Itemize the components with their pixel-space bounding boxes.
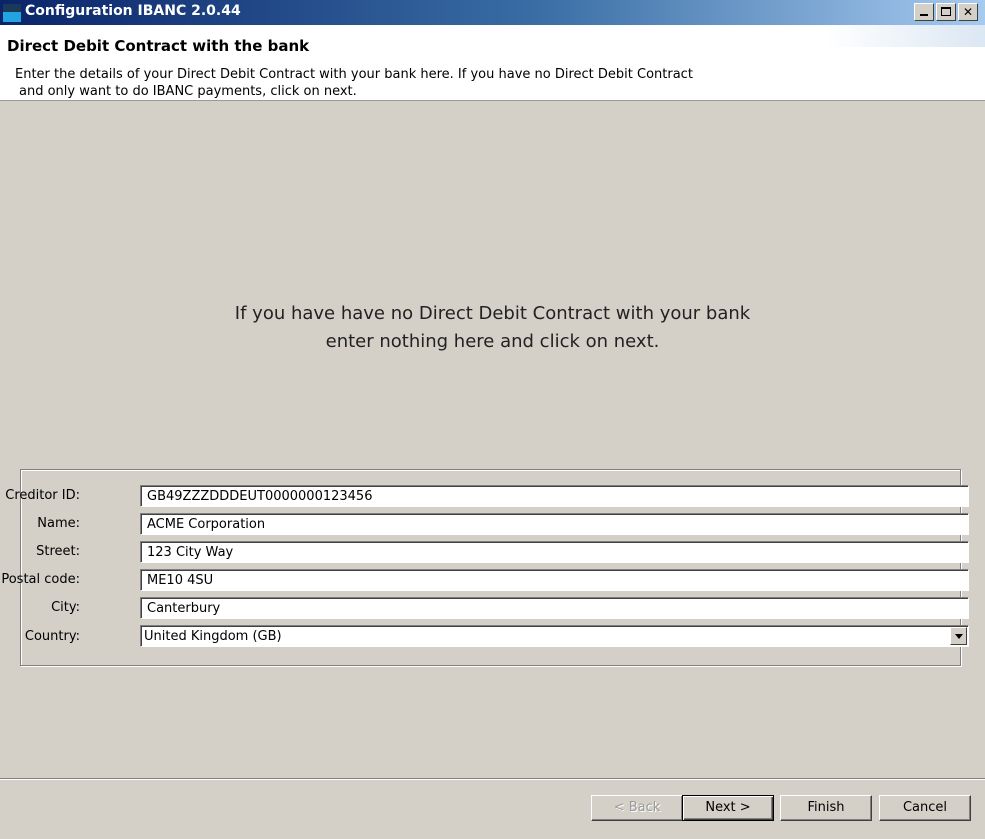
country-select-value: United Kingdom (GB)	[144, 629, 282, 644]
page-description-line1: Enter the details of your Direct Debit C…	[15, 67, 693, 82]
page-description-line2: and only want to do IBANC payments, clic…	[19, 84, 357, 99]
street-field[interactable]: 123 City Way	[140, 541, 969, 563]
footer-separator	[0, 778, 985, 780]
city-label: City:	[51, 600, 80, 615]
info-line1: If you have have no Direct Debit Contrac…	[234, 303, 751, 324]
close-icon: ✕	[962, 5, 974, 19]
street-label: Street:	[36, 544, 80, 559]
info-message: If you have have no Direct Debit Contrac…	[0, 300, 985, 356]
maximize-button[interactable]	[936, 3, 956, 21]
back-button[interactable]: < Back	[591, 795, 683, 821]
chevron-down-icon	[955, 634, 963, 639]
page-title: Direct Debit Contract with the bank	[7, 37, 310, 55]
postal-code-label: Postal code:	[1, 572, 80, 587]
postal-code-field[interactable]: ME10 4SU	[140, 569, 969, 591]
city-field[interactable]: Canterbury	[140, 597, 969, 619]
window-title: Configuration IBANC 2.0.44	[25, 3, 241, 19]
title-bar: Configuration IBANC 2.0.44 ✕	[0, 0, 985, 25]
minimize-icon	[920, 14, 928, 16]
name-field[interactable]: ACME Corporation	[140, 513, 969, 535]
creditor-id-field[interactable]: GB49ZZZDDDEUT0000000123456	[140, 485, 969, 507]
cancel-button[interactable]: Cancel	[879, 795, 971, 821]
header-decoration	[825, 25, 985, 47]
wizard-header: Direct Debit Contract with the bank Ente…	[0, 25, 985, 101]
name-label: Name:	[37, 516, 80, 531]
maximize-icon	[941, 7, 951, 16]
country-label: Country:	[24, 629, 80, 644]
minimize-button[interactable]	[914, 3, 934, 21]
close-button[interactable]: ✕	[958, 3, 978, 21]
app-icon	[3, 4, 21, 22]
creditor-id-label: Creditor ID:	[5, 488, 80, 503]
info-line2: enter nothing here and click on next.	[325, 331, 660, 352]
contract-form-panel: Creditor ID: GB49ZZZDDDEUT0000000123456 …	[1, 469, 969, 666]
country-select[interactable]: United Kingdom (GB)	[140, 625, 969, 647]
next-button[interactable]: Next >	[682, 795, 774, 821]
finish-button[interactable]: Finish	[780, 795, 872, 821]
country-dropdown-button[interactable]	[950, 627, 967, 645]
